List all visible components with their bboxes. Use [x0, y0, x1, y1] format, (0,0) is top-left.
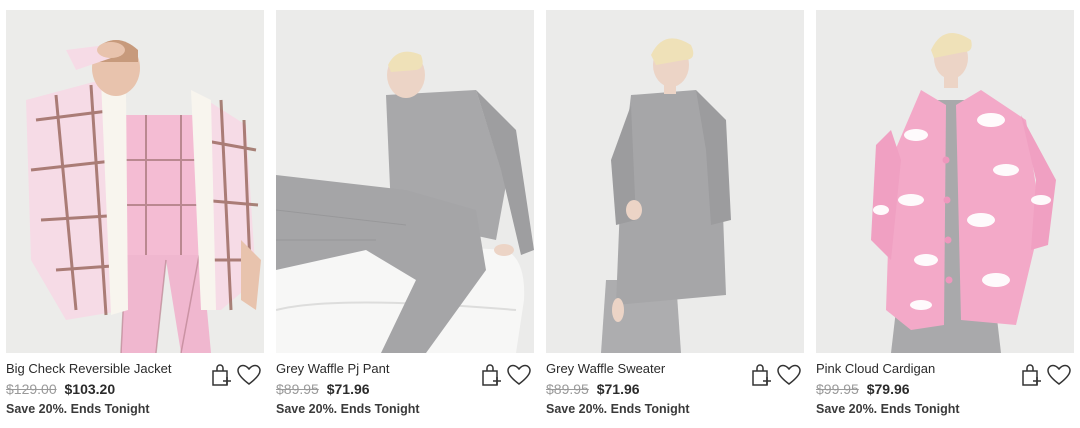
promo-text: Save 20%. Ends Tonight	[6, 402, 150, 416]
original-price: $129.00	[6, 381, 57, 397]
product-photo-cardigan	[816, 10, 1074, 353]
product-image[interactable]	[546, 10, 804, 353]
sale-price: $71.96	[326, 381, 370, 397]
promo-text: Save 20%. Ends Tonight	[546, 402, 690, 416]
promo-text: Save 20%. Ends Tonight	[276, 402, 420, 416]
original-price: $89.95	[276, 381, 319, 397]
sale-price: $71.96	[596, 381, 640, 397]
product-grid: Big Check Reversible Jacket $129.00 $103…	[0, 0, 1080, 428]
add-to-bag-icon[interactable]	[208, 362, 234, 388]
original-price: $99.95	[816, 381, 859, 397]
promo-text: Save 20%. Ends Tonight	[816, 402, 960, 416]
product-actions	[1018, 362, 1074, 388]
product-card[interactable]: Big Check Reversible Jacket $129.00 $103…	[6, 0, 264, 428]
add-to-bag-icon[interactable]	[1018, 362, 1044, 388]
product-image[interactable]	[6, 10, 264, 353]
product-card[interactable]: Pink Cloud Cardigan $99.95 $79.96 Save 2…	[816, 0, 1074, 428]
product-photo-pj-pant	[276, 10, 534, 353]
heart-icon[interactable]	[236, 362, 262, 388]
sale-price: $79.96	[866, 381, 910, 397]
heart-icon[interactable]	[506, 362, 532, 388]
original-price: $89.95	[546, 381, 589, 397]
add-to-bag-icon[interactable]	[748, 362, 774, 388]
product-photo-jacket	[6, 10, 264, 353]
add-to-bag-icon[interactable]	[478, 362, 504, 388]
product-actions	[208, 362, 264, 388]
sale-price: $103.20	[64, 381, 116, 397]
heart-icon[interactable]	[1046, 362, 1072, 388]
product-card[interactable]: Grey Waffle Sweater $89.95 $71.96 Save 2…	[546, 0, 804, 428]
product-card[interactable]: Grey Waffle Pj Pant $89.95 $71.96 Save 2…	[276, 0, 534, 428]
heart-icon[interactable]	[776, 362, 802, 388]
product-image[interactable]	[276, 10, 534, 353]
product-photo-sweater	[546, 10, 804, 353]
product-actions	[748, 362, 804, 388]
product-image[interactable]	[816, 10, 1074, 353]
product-actions	[478, 362, 534, 388]
